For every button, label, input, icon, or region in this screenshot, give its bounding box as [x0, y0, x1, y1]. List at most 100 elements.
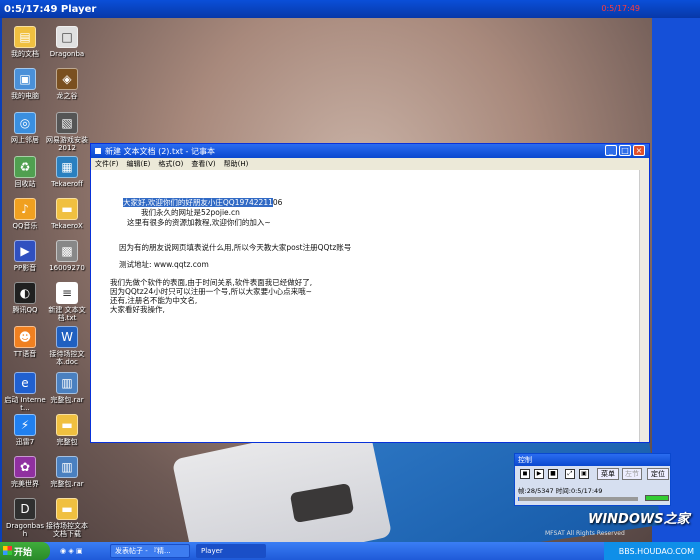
desktop-icon-glyph: W	[56, 326, 78, 348]
menu-view[interactable]: 查看(V)	[191, 159, 215, 169]
desktop-icon-label: 回收站	[14, 180, 36, 188]
desktop-icon-glyph: □	[56, 26, 78, 48]
desktop-icon-glyph: ▥	[56, 372, 78, 394]
desktop-icon-label: Dragonbash	[5, 522, 45, 538]
windows-logo-icon	[3, 546, 12, 555]
desktop-icon-glyph: e	[14, 372, 36, 394]
desktop-icon[interactable]: ▥ 完整包.rar	[46, 372, 88, 404]
taskbar-button-player[interactable]: Player	[196, 544, 266, 558]
desktop-icon-label: 完美世界	[11, 480, 39, 488]
notepad-text-area[interactable]: 大家好,欢迎你们的好朋友小庄QQ1974221106 我们永久的网址是52poj…	[91, 170, 639, 442]
desktop-icon-glyph: ▣	[14, 68, 36, 90]
record-time: 0:5/17:49	[601, 4, 640, 13]
fullscreen-icon[interactable]: ▣	[579, 469, 589, 479]
notepad-icon	[95, 148, 101, 154]
first-frame-icon[interactable]: ◼	[520, 469, 530, 479]
desktop-icon-glyph: ▩	[56, 240, 78, 262]
notepad-scrollbar[interactable]	[639, 170, 649, 442]
desktop-icon[interactable]: D Dragonbash	[4, 498, 46, 538]
control-panel[interactable]: 控制 ◼ ▶ ■ ⤢ ▣ 菜单 左节 定位 帧:28/5347 时间:0:5/1…	[514, 453, 671, 506]
desktop-icon-label: QQ音乐	[12, 222, 38, 230]
desktop-icon-label: Tekaeroff	[51, 180, 83, 188]
text-line-9: 大家看好我操作,	[110, 305, 165, 314]
desktop-icon[interactable]: □ Dragonba	[46, 26, 88, 58]
close-icon[interactable]: ×	[633, 145, 645, 156]
desktop-icon[interactable]: ♻ 回收站	[4, 156, 46, 188]
desktop-icon-label: 我的文档	[11, 50, 39, 58]
menu-edit[interactable]: 编辑(E)	[127, 159, 151, 169]
menu-file[interactable]: 文件(F)	[95, 159, 119, 169]
desktop-icon[interactable]: ▩ 16009270	[46, 240, 88, 272]
desktop-icon[interactable]: ◈ 龙之谷	[46, 68, 88, 100]
notepad-window[interactable]: 新建 文本文档 (2).txt - 记事本 _ □ × 文件(F) 编辑(E) …	[90, 143, 650, 443]
desktop-icon[interactable]: e 启动 Internet...	[4, 372, 46, 412]
locate-button[interactable]: 定位	[647, 468, 669, 480]
desktop-icon-glyph: ♻	[14, 156, 36, 178]
quick-launch[interactable]: ◉ ◈ ▣	[56, 544, 96, 558]
menu-format[interactable]: 格式(O)	[158, 159, 183, 169]
desktop-icon-label: 网易游戏安装2012	[46, 136, 88, 152]
start-button[interactable]: 开始	[0, 542, 50, 560]
player-title-bar[interactable]: 0:5/17:49 Player 0:5/17:49	[0, 0, 700, 18]
desktop-icon[interactable]: ▬ TekaeroX	[46, 198, 88, 230]
minimize-icon[interactable]: _	[605, 145, 617, 156]
desktop-icon-label: Dragonba	[49, 50, 85, 58]
desktop-icon[interactable]: ▶ PP影音	[4, 240, 46, 272]
desktop-icon[interactable]: ✿ 完美世界	[4, 456, 46, 488]
desktop-icon[interactable]: ▧ 网易游戏安装2012	[46, 112, 88, 152]
text-line-1-rest: 06	[272, 198, 283, 207]
maximize-icon[interactable]: □	[619, 145, 631, 156]
text-line-5: 测试地址: www.qqtz.com	[119, 260, 209, 269]
menu-help[interactable]: 帮助(H)	[224, 159, 249, 169]
desktop-icon-label: TT语音	[13, 350, 37, 358]
system-tray: BBS.HOUDAO.COM	[604, 542, 700, 560]
desktop-icon-glyph: ☻	[14, 326, 36, 348]
desktop-icon-label: 新建 文本文档.txt	[48, 306, 86, 322]
desktop-icon[interactable]: ≡ 新建 文本文档.txt	[46, 282, 88, 322]
desktop-icon-glyph: ▶	[14, 240, 36, 262]
desktop-icon-glyph: ◈	[56, 68, 78, 90]
menu-button[interactable]: 菜单	[597, 468, 619, 480]
desktop-icon-glyph: ▧	[56, 112, 78, 134]
watermark-copyright: MFSAT All Rights Reserved	[545, 530, 625, 537]
desktop-icon[interactable]: ◐ 腾讯QQ	[4, 282, 46, 314]
progress-bar[interactable]	[518, 497, 638, 501]
start-label: 开始	[14, 547, 33, 558]
notepad-title-bar[interactable]: 新建 文本文档 (2).txt - 记事本 _ □ ×	[91, 144, 649, 158]
desktop-icon-label: 完整包.rar	[50, 480, 84, 488]
volume-slider[interactable]	[645, 495, 669, 501]
desktop-icon[interactable]: W 接待场控文本.doc	[46, 326, 88, 366]
playback-status: 帧:28/5347 时间:0:5/17:49	[518, 487, 603, 495]
desktop-icon-glyph: ◐	[14, 282, 36, 304]
desktop-icon-label: 网上邻居	[11, 136, 39, 144]
player-title: 0:5/17:49 Player	[4, 3, 97, 15]
desktop-icon[interactable]: ▤ 我的文档	[4, 26, 46, 58]
desktop-icon-glyph: D	[14, 498, 36, 520]
notepad-menu-bar: 文件(F) 编辑(E) 格式(O) 查看(V) 帮助(H)	[91, 158, 649, 170]
desktop-icon-glyph: ♪	[14, 198, 36, 220]
watermark-brand: WINDOWS之家	[588, 512, 690, 527]
desktop-icon[interactable]: ▣ 我的电脑	[4, 68, 46, 100]
desktop-icon[interactable]: ☻ TT语音	[4, 326, 46, 358]
taskbar-button-post[interactable]: 发表帖子 - 『精...	[110, 544, 190, 558]
control-title: 控制	[515, 454, 670, 466]
fit-window-icon[interactable]: ⤢	[565, 469, 575, 479]
play-icon[interactable]: ▶	[534, 469, 544, 479]
text-line-4: 因为有的朋友说网页填表说什么用,所以今天教大家post注册QQtz账号	[119, 243, 352, 252]
desktop-icon[interactable]: ▬ 接待场控文本文档下载	[46, 498, 88, 538]
player-frame: 0:5/17:49 Player 0:5/17:49 ▤ 我的文档 □ Dragonb…	[0, 0, 700, 560]
desktop-icon[interactable]: ▦ Tekaeroff	[46, 156, 88, 188]
desktop-icon-glyph: ⚡	[14, 414, 36, 436]
taskbar: 开始 ◉ ◈ ▣ 发表帖子 - 『精... Player BBS.HOUDAO.…	[0, 542, 700, 560]
desktop-icon-label: 16009270	[49, 264, 85, 272]
desktop-icon-label: 完整包	[56, 438, 78, 446]
desktop-icon-glyph: ✿	[14, 456, 36, 478]
desktop-icon-label: PP影音	[13, 264, 37, 272]
desktop-icon[interactable]: ♪ QQ音乐	[4, 198, 46, 230]
desktop-icon[interactable]: ◎ 网上邻居	[4, 112, 46, 144]
desktop-icon[interactable]: ⚡ 迅雷7	[4, 414, 46, 446]
pause-icon[interactable]: ■	[548, 469, 558, 479]
desktop-icon[interactable]: ▬ 完整包	[46, 414, 88, 446]
desktop-icon[interactable]: ▥ 完整包.rar	[46, 456, 88, 488]
desktop-icon-glyph: ▬	[56, 498, 78, 520]
